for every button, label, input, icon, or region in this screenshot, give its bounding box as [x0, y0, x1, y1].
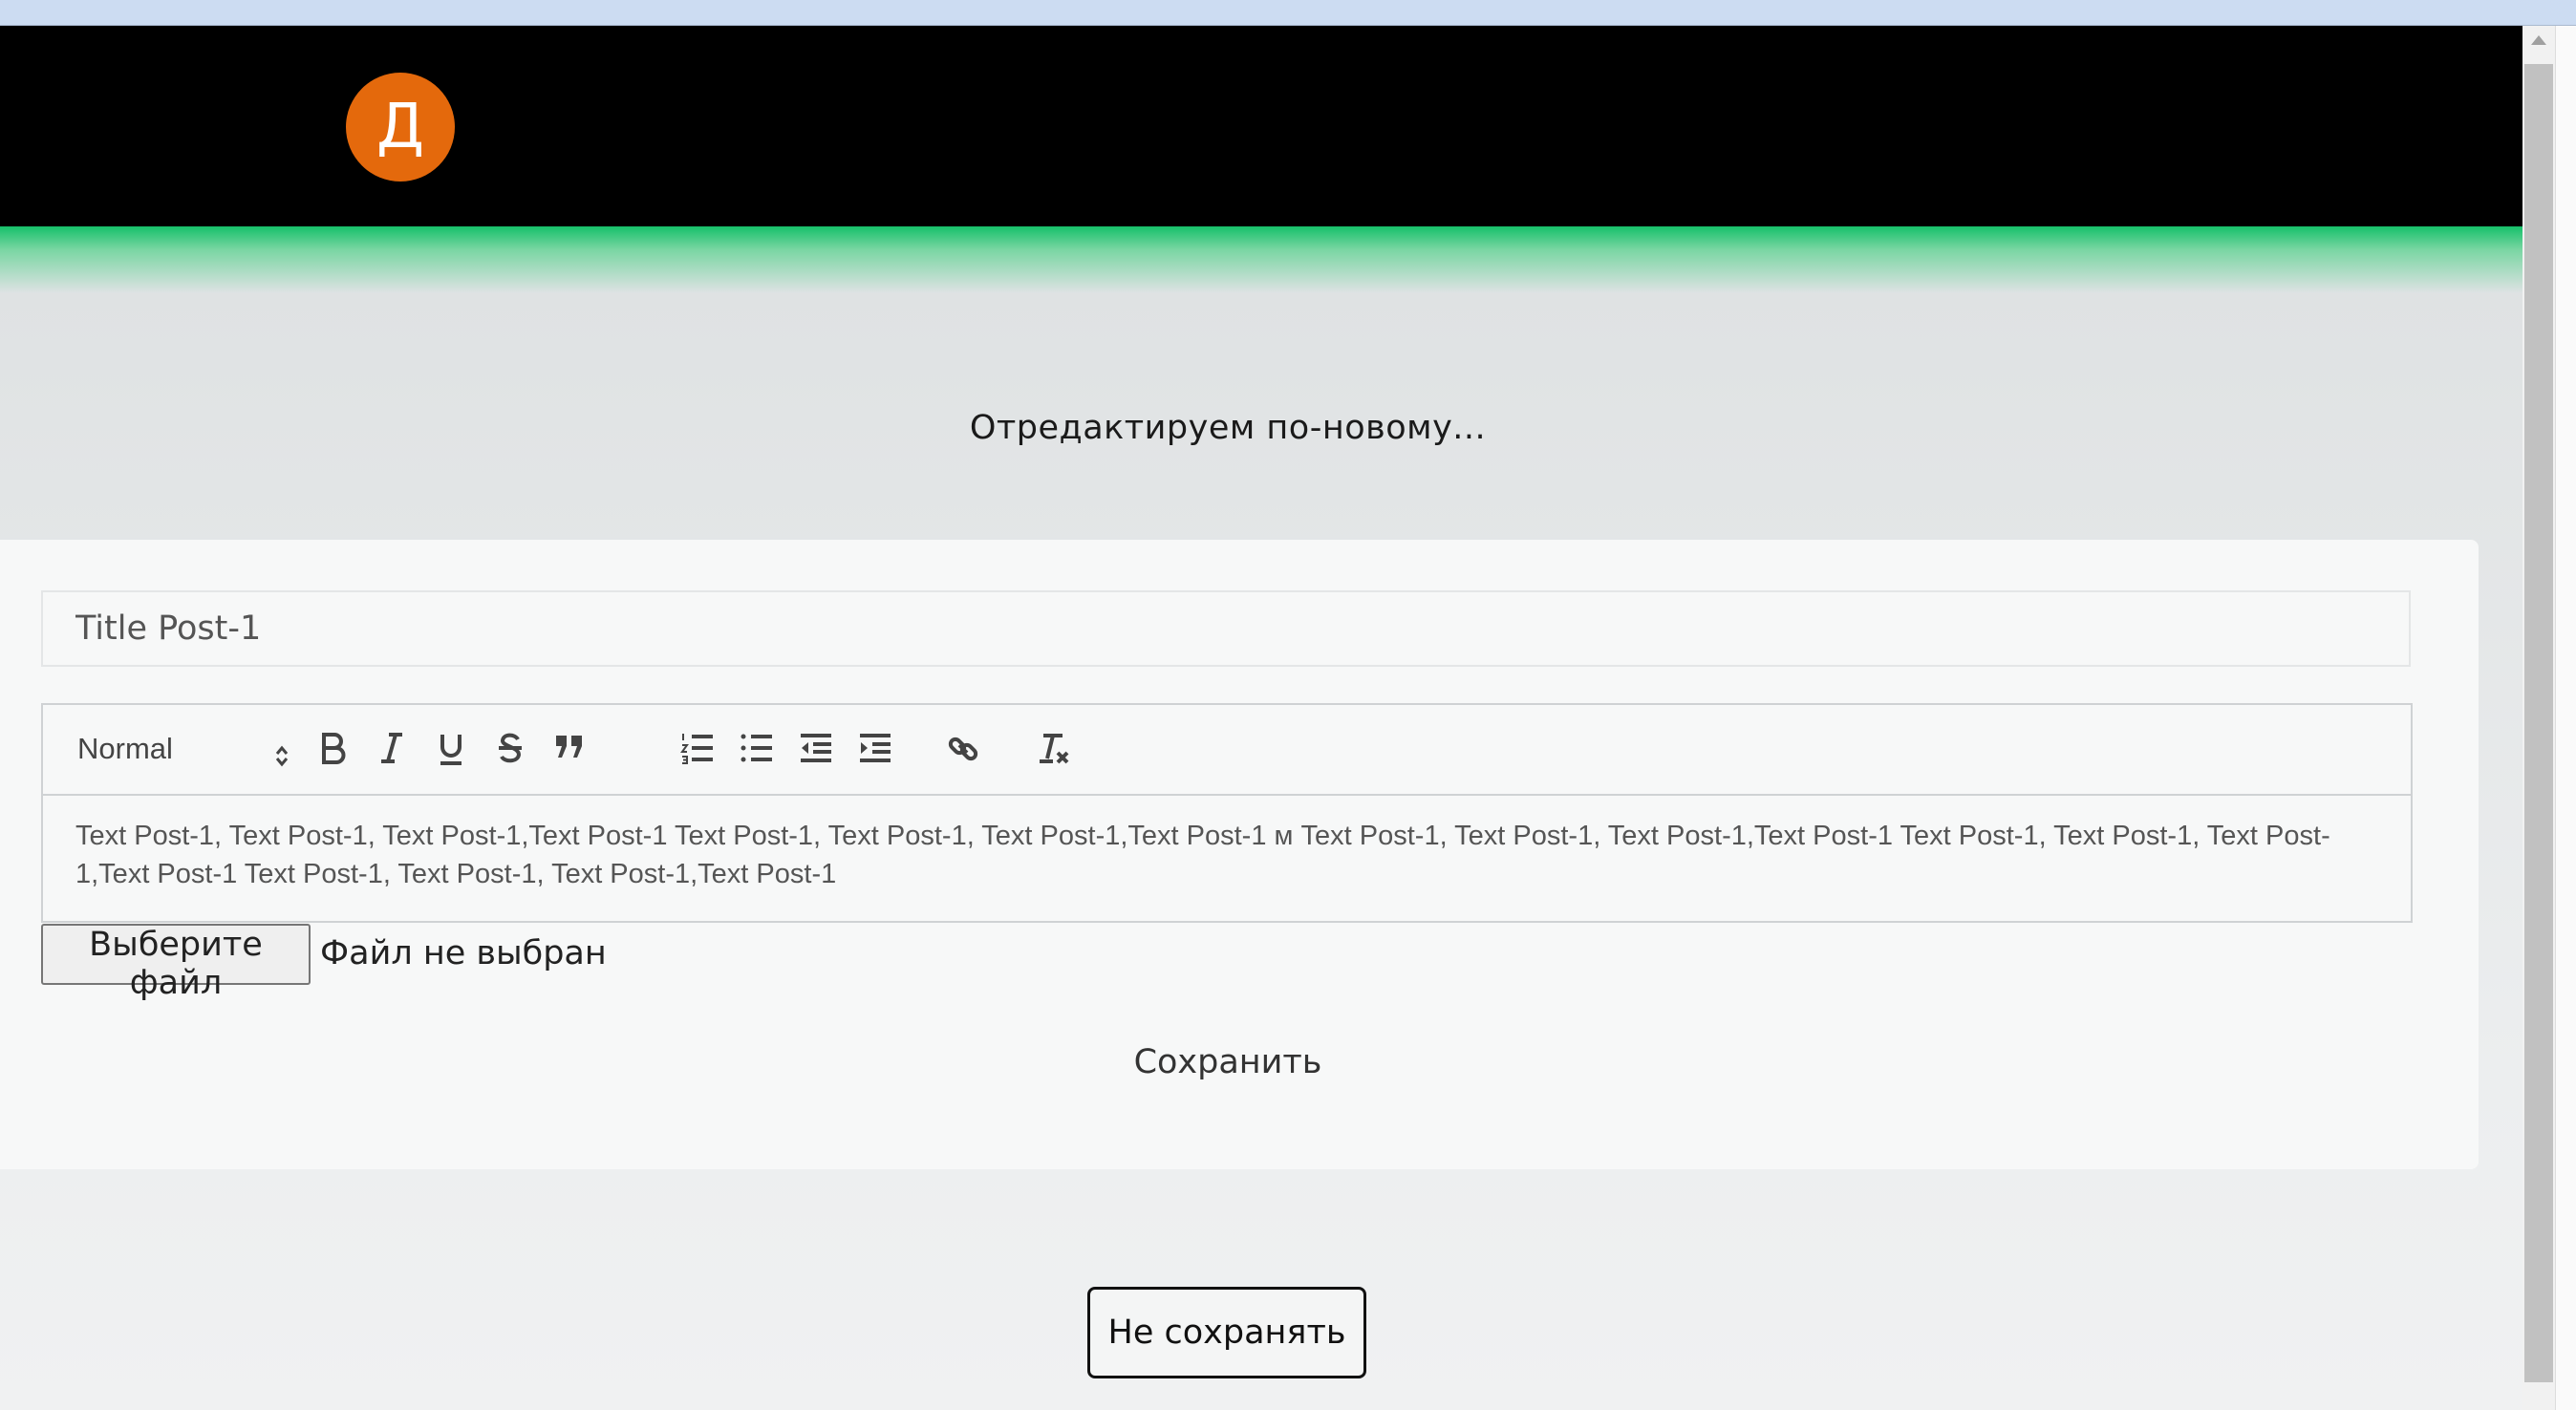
select-arrows-icon [274, 732, 290, 772]
post-title-input[interactable] [41, 590, 2411, 667]
page-title: Отредактируем по-новому... [969, 409, 1487, 447]
format-select[interactable]: Normal [77, 724, 289, 774]
browser-top-strip [0, 0, 2576, 27]
header-accent-glow [0, 226, 2522, 293]
format-select-label: Normal [77, 732, 173, 765]
save-button[interactable]: Сохранить [0, 1043, 2456, 1081]
file-status-text: Файл не выбран [320, 934, 607, 972]
outdent-icon[interactable] [792, 724, 840, 774]
scroll-up-icon[interactable] [2531, 35, 2546, 45]
quote-icon[interactable] [546, 724, 593, 774]
site-header: Д [0, 26, 2522, 226]
choose-file-button[interactable]: Выберите файл [41, 924, 311, 1002]
scrollbar-thumb[interactable] [2524, 64, 2553, 1382]
side-panel-edge [2555, 26, 2576, 1410]
vertical-scrollbar[interactable] [2522, 26, 2555, 1410]
indent-icon[interactable] [851, 724, 899, 774]
editor-toolbar: Normal [43, 705, 2411, 796]
underline-icon[interactable] [427, 724, 475, 774]
bullet-list-icon[interactable] [733, 724, 781, 774]
rich-text-editor: Normal Text Post-1, Text Post-1, Text Po… [41, 703, 2413, 923]
dont-save-button[interactable]: Не сохранять [1087, 1287, 1366, 1378]
editor-content[interactable]: Text Post-1, Text Post-1, Text Post-1,Te… [75, 817, 2378, 893]
bold-icon[interactable] [309, 724, 356, 774]
italic-icon[interactable] [368, 724, 416, 774]
strike-icon[interactable] [486, 724, 534, 774]
link-icon[interactable] [939, 724, 987, 774]
avatar[interactable]: Д [346, 73, 455, 182]
clear-format-icon[interactable] [1031, 724, 1079, 774]
ordered-list-icon[interactable] [674, 724, 721, 774]
